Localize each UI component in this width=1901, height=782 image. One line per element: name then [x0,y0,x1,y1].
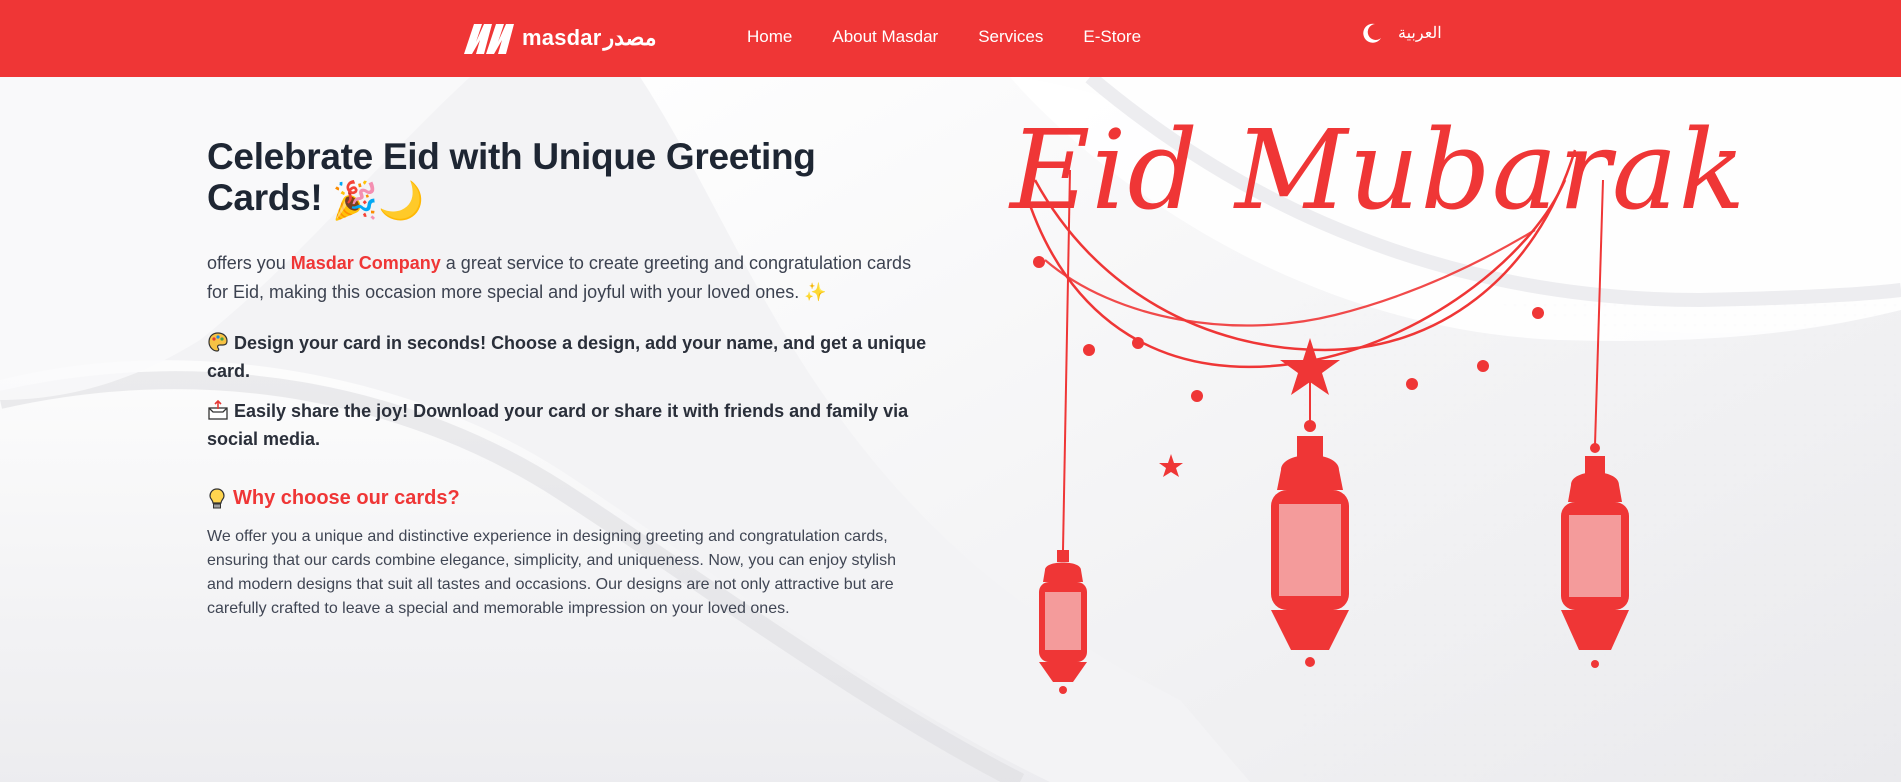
palette-icon [208,332,228,352]
nav-link-about[interactable]: About Masdar [832,27,938,47]
masdar-logo[interactable]: masdar مصدر [462,18,657,58]
feature-item-share: Easily share the joy! Download your card… [207,397,927,453]
center-lantern [1271,420,1349,667]
sparkles-emoji: ✨ [804,281,827,302]
top-navbar: masdar مصدر Home About Masdar Services E… [0,0,1901,77]
lightbulb-icon [209,488,225,509]
nav-links: Home About Masdar Services E-Store [747,0,1181,74]
brand-name: Masdar Company [290,252,441,273]
nav-link-estore[interactable]: E-Store [1083,27,1141,47]
logo-arabic-text: مصدر [603,25,657,50]
nav-link-services[interactable]: Services [978,27,1043,47]
right-lantern [1561,443,1629,668]
language-toggle[interactable]: العربية [1398,23,1442,43]
intro-prefix: offers you [207,252,286,273]
intro-paragraph: offers you Masdar Company a great servic… [207,249,927,307]
feature-item-design: Design your card in seconds! Choose a de… [207,329,927,385]
why-paragraph: We offer you a unique and distinctive ex… [207,527,896,617]
why-title: Why choose our cards? [233,487,460,510]
moon-icon[interactable] [1360,21,1384,45]
nav-link-home[interactable]: Home [747,27,792,47]
feature-list: Design your card in seconds! Choose a de… [207,329,927,453]
outbox-icon [208,399,228,420]
logo-text: masdar [522,25,602,50]
feature-share-text: Easily share the joy! Download your card… [207,400,909,449]
hero-title-text: Celebrate Eid with Unique Greeting Cards… [207,136,816,218]
eid-mubarak-title: Eid Mubarak [1010,106,1747,234]
hero-content: Celebrate Eid with Unique Greeting Cards… [207,136,927,621]
party-moon-emoji: 🎉🌙 [332,179,424,221]
why-heading: Why choose our cards? [207,487,927,511]
hero-title: Celebrate Eid with Unique Greeting Cards… [207,136,927,221]
small-lantern [1039,550,1087,694]
feature-design-text: Design your card in seconds! Choose a de… [207,332,927,381]
nav-right: العربية [1360,21,1442,45]
logo-mark-icon [464,24,514,54]
